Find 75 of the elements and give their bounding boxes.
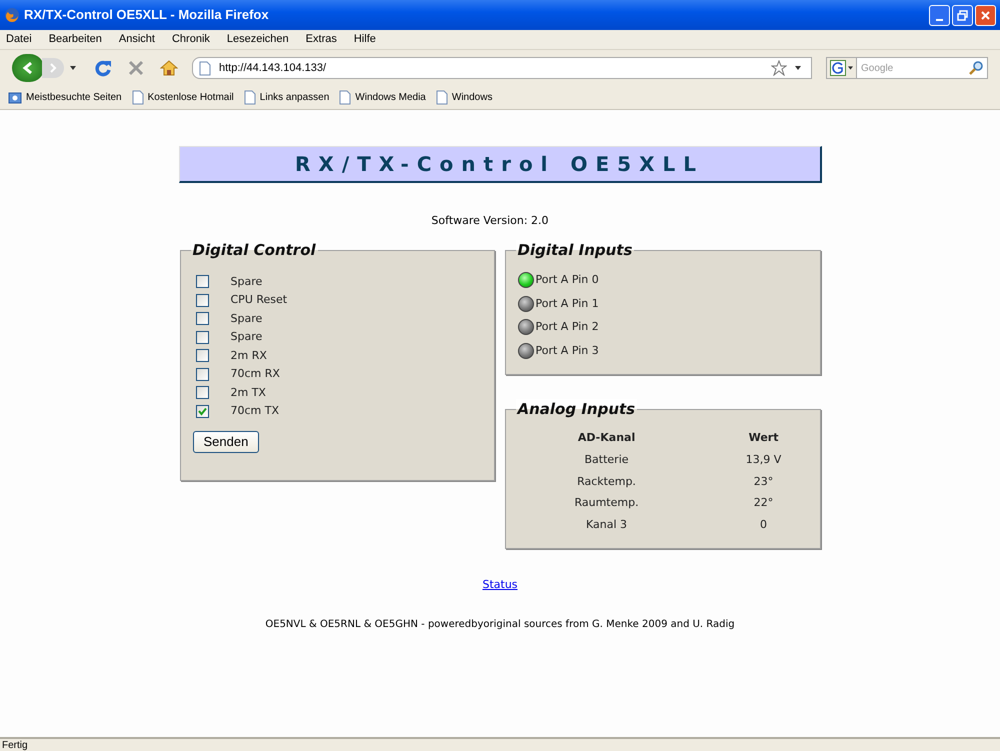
- checkbox-label: 2m RX: [230, 348, 267, 364]
- page-icon: [436, 90, 448, 105]
- firefox-icon: [4, 7, 20, 23]
- page-icon: [339, 90, 352, 105]
- menu-item[interactable]: Chronik: [172, 31, 210, 48]
- dropdown-icon[interactable]: [795, 66, 801, 70]
- page-icon: [244, 90, 256, 105]
- dropdown-icon: [848, 66, 853, 70]
- table-cell: 22°: [754, 496, 774, 509]
- bookmark-link[interactable]: Windows: [452, 90, 492, 105]
- checkbox-label: 2m TX: [230, 384, 266, 400]
- search-folder-icon: [8, 90, 22, 104]
- menu-item[interactable]: Hilfe: [354, 31, 376, 48]
- minimize-button[interactable]: [929, 4, 950, 26]
- menu-item[interactable]: Lesezeichen: [226, 31, 289, 48]
- checkbox-label: 70cm RX: [230, 366, 280, 382]
- checkbox[interactable]: [196, 294, 208, 307]
- address-field[interactable]: http://44.143.104.133/: [192, 57, 812, 79]
- banner-title: RX/TX-Control OE5XLL: [295, 151, 704, 178]
- checkbox-label: Spare: [230, 310, 262, 326]
- column-header: Wert: [748, 431, 778, 444]
- chevron-right-icon: [49, 63, 57, 73]
- bookmark-link[interactable]: Meistbesuchte Seiten: [26, 90, 122, 105]
- g-letter-icon: [830, 60, 846, 76]
- checkbox[interactable]: [196, 404, 208, 418]
- table-cell: Batterie: [584, 453, 629, 466]
- checkbox-label: Spare: [230, 274, 262, 290]
- window-title: RX/TX-Control OE5XLL - Mozilla Firefox: [24, 6, 269, 24]
- restore-icon: [957, 10, 968, 20]
- table-cell: Kanal 3: [586, 518, 628, 530]
- dropdown-icon[interactable]: [70, 66, 76, 70]
- menu-item[interactable]: Extras: [306, 31, 337, 48]
- column-header: AD-Kanal: [578, 431, 636, 444]
- table-cell: 0: [760, 518, 768, 530]
- bookmark-link[interactable]: Windows Media: [355, 90, 426, 105]
- menu-item[interactable]: Datei: [6, 31, 32, 48]
- checkbox-label: 70cm TX: [230, 403, 280, 419]
- checkbox[interactable]: [196, 312, 208, 326]
- table-cell: Raumtemp.: [574, 496, 639, 509]
- menu-item[interactable]: Ansicht: [118, 31, 155, 48]
- search-engine-button[interactable]: [826, 57, 857, 79]
- checkbox[interactable]: [196, 275, 208, 288]
- search-icon[interactable]: [969, 60, 985, 76]
- close-icon: [980, 10, 991, 20]
- chevron-left-icon: [22, 61, 34, 75]
- reload-icon[interactable]: [94, 59, 112, 77]
- status-text: Fertig: [2, 738, 28, 751]
- back-button[interactable]: [12, 54, 44, 82]
- checkbox-label: Spare: [230, 329, 262, 345]
- footer-text: OE5NVL & OE5RNL & OE5GHN - poweredbyoriginal sources from G. Menke 2009 and U. Radig: [265, 618, 735, 632]
- version-text: Software Version: 2.0: [431, 213, 549, 229]
- close-button[interactable]: [975, 4, 996, 26]
- status-link[interactable]: Status: [482, 576, 518, 593]
- home-icon[interactable]: [160, 60, 178, 76]
- input-label: Port A Pin 0: [536, 272, 599, 288]
- table-cell: Racktemp.: [577, 474, 636, 488]
- bookmark-link[interactable]: Links anpassen: [260, 90, 330, 105]
- checkbox[interactable]: [196, 330, 208, 344]
- input-label: Port A Pin 3: [536, 342, 599, 358]
- checkbox[interactable]: [196, 349, 208, 362]
- input-label: Port A Pin 1: [536, 296, 599, 312]
- checkbox[interactable]: [196, 368, 208, 381]
- input-label: Port A Pin 2: [536, 319, 599, 335]
- star-icon[interactable]: [771, 60, 787, 76]
- checkbox[interactable]: [196, 386, 208, 400]
- restore-button[interactable]: [952, 4, 973, 26]
- page-icon: [199, 60, 211, 76]
- send-button[interactable]: Senden: [192, 430, 260, 452]
- bookmark-link[interactable]: Kostenlose Hotmail: [148, 90, 234, 105]
- table-cell: 13,9 V: [746, 453, 782, 466]
- menu-item[interactable]: Bearbeiten: [48, 31, 102, 48]
- table-cell: 23°: [754, 474, 774, 488]
- checkbox-label: CPU Reset: [230, 292, 288, 308]
- search-field[interactable]: Google: [857, 57, 988, 79]
- page-icon: [132, 90, 144, 105]
